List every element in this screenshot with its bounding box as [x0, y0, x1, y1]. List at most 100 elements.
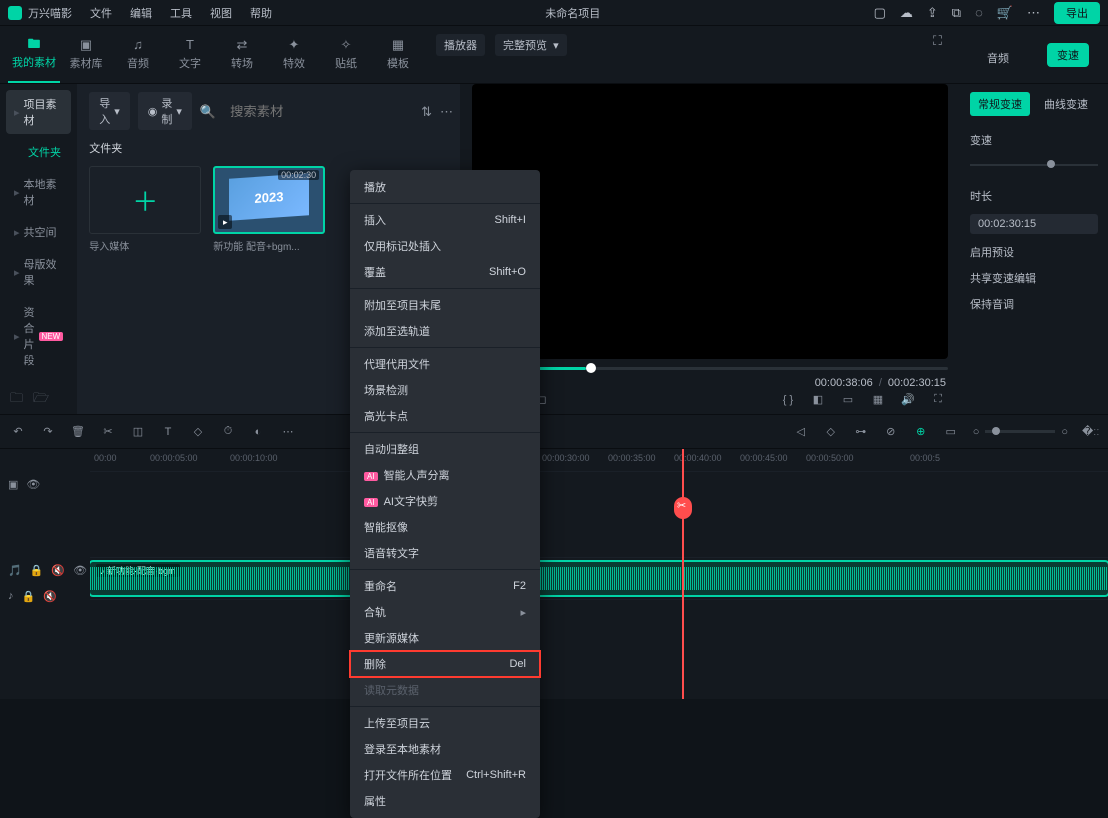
menu-view[interactable]: 视图 — [210, 5, 232, 21]
tab-stickers[interactable]: ✧ 贴纸 — [320, 26, 372, 83]
timeline-ruler[interactable]: 00:00 00:00:05:00 00:00:10:00 00:00:30:0… — [90, 449, 1108, 471]
track-button[interactable]: ▭ — [943, 425, 959, 438]
zoom-in-icon[interactable]: ○ — [1061, 426, 1068, 438]
ctx-smart-cutout[interactable]: 智能抠像 — [350, 514, 540, 540]
tab-library[interactable]: ▣ 素材库 — [60, 26, 112, 83]
notify-icon[interactable]: ⧉ — [952, 6, 961, 19]
sidebar-item-compound[interactable]: ▸资合片段NEW — [6, 298, 71, 374]
redo-button[interactable]: ↷ — [40, 425, 56, 438]
ctx-update-source[interactable]: 更新源媒体 — [350, 625, 540, 651]
insp-link-pitch[interactable]: 保持音调 — [970, 296, 1098, 312]
duration-field[interactable]: 00:02:30:15 — [970, 214, 1098, 234]
text-tool-button[interactable]: T — [160, 426, 176, 438]
zoom-out-icon[interactable]: ○ — [973, 426, 980, 438]
layout-icon[interactable]: ▢ — [874, 6, 886, 19]
speed-button[interactable]: ⏱ — [220, 425, 236, 438]
compare-icon[interactable]: ▭ — [840, 393, 856, 406]
ctx-proxy[interactable]: 代理代用文件 — [350, 351, 540, 377]
filter-icon[interactable]: ⇅ — [421, 105, 432, 118]
zoom-slider[interactable]: ○ ○ — [973, 426, 1068, 438]
volume-icon[interactable]: 🔊 — [900, 393, 916, 406]
tab-my-media[interactable]: 🖿 我的素材 — [8, 26, 60, 83]
eye-icon[interactable]: 👁 — [73, 564, 87, 577]
sidebar-item-shared[interactable]: ▸共空间 — [6, 218, 71, 246]
menu-help[interactable]: 帮助 — [250, 5, 272, 21]
ctx-ai-voice[interactable]: AI智能人声分离 — [350, 462, 540, 488]
cloud-icon[interactable]: ☁ — [900, 6, 913, 19]
mark-in-button[interactable]: ◁ — [793, 425, 809, 438]
ctx-rename[interactable]: 重命名F2 — [350, 573, 540, 599]
playback-slider[interactable] — [472, 365, 948, 371]
tab-effects[interactable]: ✦ 特效 — [268, 26, 320, 83]
sidebar-header[interactable]: ▸项目素材 — [6, 90, 71, 134]
preview-mode-select[interactable]: 播放器 — [436, 34, 485, 56]
playhead[interactable]: ✂ — [682, 449, 684, 699]
audio-track-1[interactable]: ♪ 新功能·配音·bgm — [90, 557, 1108, 599]
menu-edit[interactable]: 编辑 — [130, 5, 152, 21]
ctx-play[interactable]: 播放 — [350, 174, 540, 200]
track-header-video[interactable]: ▣ 👁 — [0, 471, 90, 497]
ctx-overwrite[interactable]: 覆盖Shift+O — [350, 259, 540, 285]
settings-icon[interactable]: ⋯ — [1027, 6, 1040, 19]
folder-add-icon[interactable]: 🗀 — [10, 391, 23, 404]
ctx-login-local[interactable]: 登录至本地素材 — [350, 736, 540, 762]
video-track[interactable] — [90, 471, 1108, 497]
mute-icon[interactable]: 🔇 — [43, 590, 57, 603]
track-header-audio1[interactable]: 🎵 🔒 🔇 👁 — [0, 557, 90, 583]
auto-button[interactable]: ⊕ — [913, 425, 929, 438]
delete-button[interactable]: 🗑 — [70, 425, 86, 438]
undo-button[interactable]: ↶ — [10, 425, 26, 438]
crop-button[interactable]: ◫ — [130, 425, 146, 438]
fit-button[interactable]: �ːː — [1082, 425, 1098, 438]
color-button[interactable]: ◐ — [250, 426, 266, 438]
ctx-auto-group[interactable]: 自动归整组 — [350, 436, 540, 462]
more-icon[interactable]: ⋯ — [440, 105, 453, 118]
ctx-add-track[interactable]: 添加至选轨道 — [350, 318, 540, 344]
ctx-append-end[interactable]: 附加至项目末尾 — [350, 292, 540, 318]
add-media-box[interactable]: ＋ — [89, 166, 201, 234]
ctx-open-location[interactable]: 打开文件所在位置Ctrl+Shift+R — [350, 762, 540, 788]
user-icon[interactable]: ◌ — [975, 6, 983, 19]
video-canvas[interactable] — [472, 84, 948, 359]
menu-file[interactable]: 文件 — [90, 5, 112, 21]
cart-icon[interactable]: 🛒 — [997, 6, 1013, 19]
ctx-scene-detect[interactable]: 场景检测 — [350, 377, 540, 403]
folder-new-icon[interactable]: 🗁 — [33, 391, 49, 404]
ctx-properties[interactable]: 属性 — [350, 788, 540, 814]
share-icon[interactable]: ⇪ — [927, 6, 938, 19]
audio-clip[interactable]: ♪ 新功能·配音·bgm — [90, 562, 1108, 595]
sidebar-item-folder[interactable]: 文件夹 — [6, 138, 71, 166]
keyframe-button[interactable]: ◇ — [190, 425, 206, 438]
media-clip-item[interactable]: 2023 00:02:30 ▸ 新功能 配音+bgm... — [213, 166, 325, 253]
ctx-insert-marker[interactable]: 仅用标记处插入 — [350, 233, 540, 259]
ctx-upload-cloud[interactable]: 上传至项目云 — [350, 710, 540, 736]
inspector-tab-audio[interactable]: 音频 — [979, 32, 1017, 78]
inspector-tab-speed[interactable]: 变速 — [1047, 43, 1089, 67]
bracket-left-icon[interactable]: { } — [780, 394, 796, 406]
visibility-icon[interactable]: 👁 — [26, 478, 40, 491]
more-tools-button[interactable]: ⋯ — [280, 425, 296, 438]
timeline-tracks[interactable]: 00:00 00:00:05:00 00:00:10:00 00:00:30:0… — [90, 449, 1108, 699]
mute-icon[interactable]: 🔇 — [51, 564, 65, 577]
tab-text[interactable]: T 文字 — [164, 26, 216, 83]
marker-button[interactable]: ◇ — [823, 425, 839, 438]
audio-track-2[interactable] — [90, 599, 1108, 625]
search-input[interactable] — [224, 101, 413, 122]
export-button[interactable]: 导出 — [1054, 2, 1100, 24]
link-button[interactable]: ⊘ — [883, 425, 899, 438]
magnet-button[interactable]: ⊶ — [853, 425, 869, 438]
insp-subtab-curve[interactable]: 曲线变速 — [1036, 92, 1096, 116]
insp-link-share[interactable]: 共享变速编辑 — [970, 270, 1098, 286]
import-button[interactable]: 导入 ▾ — [89, 92, 130, 130]
split-button[interactable]: ✂ — [100, 425, 116, 438]
insp-link-preset[interactable]: 启用预设 — [970, 244, 1098, 260]
marker-icon[interactable]: ◧ — [810, 393, 826, 406]
preview-quality-select[interactable]: 完整预览 ▾ — [495, 34, 567, 56]
ctx-insert[interactable]: 插入Shift+I — [350, 207, 540, 233]
record-button[interactable]: ◉ 录制 ▾ — [138, 92, 192, 130]
ctx-ai-text[interactable]: AIAI文字快剪 — [350, 488, 540, 514]
sidebar-item-master[interactable]: ▸母版效果 — [6, 250, 71, 294]
ctx-merge[interactable]: 合轨▸ — [350, 599, 540, 625]
clip-thumbnail[interactable]: 2023 00:02:30 ▸ — [213, 166, 325, 234]
menu-tools[interactable]: 工具 — [170, 5, 192, 21]
